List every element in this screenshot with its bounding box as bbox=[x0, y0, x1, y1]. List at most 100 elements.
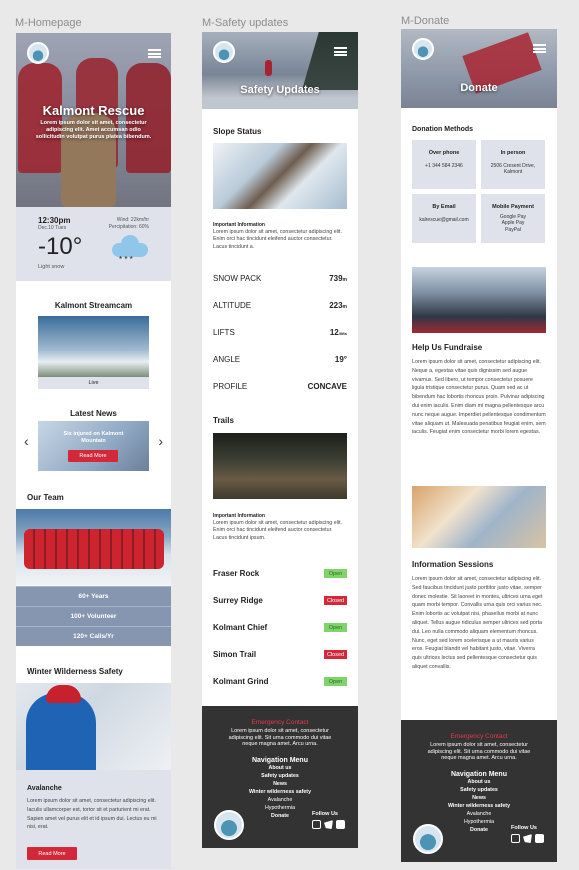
avalanche-panel: Avalanche Lorem ipsum dolor sit amet, co… bbox=[16, 770, 171, 869]
news-read-more-button[interactable]: Read More bbox=[68, 450, 118, 462]
carousel-prev-icon[interactable]: ‹ bbox=[24, 433, 29, 449]
stat-label: LIFTS bbox=[213, 328, 235, 337]
facebook-icon[interactable] bbox=[535, 834, 544, 843]
sessions-text: Lorem ipsum dolor sit amet, consectetur … bbox=[412, 576, 543, 670]
twitter-icon[interactable] bbox=[324, 820, 333, 829]
stat-label: PROFILE bbox=[213, 382, 248, 391]
trail-fraser-rock[interactable]: Fraser Rock Open bbox=[213, 569, 347, 578]
method-in-person: In person 2506 Cresent Drive, Kalmont bbox=[481, 140, 545, 189]
stat-value: 739 bbox=[329, 274, 343, 283]
trail-status-badge: Closed bbox=[324, 650, 347, 659]
nav-wws[interactable]: Winter wilderness safety bbox=[401, 802, 557, 810]
stat-lifts: LIFTS 12/lifts bbox=[213, 328, 347, 337]
trail-name: Kolmant Chief bbox=[213, 623, 268, 632]
trail-status-badge: Open bbox=[324, 623, 347, 632]
trails-important-label: Important Information bbox=[213, 513, 265, 519]
logo-icon[interactable] bbox=[213, 41, 235, 63]
live-label: Live bbox=[38, 377, 149, 389]
stat-label: SNOW PACK bbox=[213, 274, 262, 283]
nav-about[interactable]: About us bbox=[401, 778, 557, 786]
trail-status-badge: Closed bbox=[324, 596, 347, 605]
trail-name: Kolmant Grind bbox=[213, 677, 269, 686]
slope-title: Slope Status bbox=[213, 127, 262, 136]
frame-label-donate: M-Donate bbox=[401, 15, 450, 27]
nav-wws[interactable]: Winter wilderness safety bbox=[202, 788, 358, 796]
streamcam-title: Kalmont Streamcam bbox=[54, 301, 133, 310]
trail-status-badge: Open bbox=[324, 569, 347, 578]
stat-value: 223 bbox=[329, 301, 343, 310]
stat-value: CONCAVE bbox=[307, 382, 347, 391]
nav-news[interactable]: News bbox=[401, 794, 557, 802]
social-icons bbox=[511, 834, 544, 843]
weather-time: 12:30pm bbox=[38, 216, 71, 225]
team-stat-volunteers: 100+ Volunteer bbox=[16, 606, 171, 626]
safety-hero-title: Safety Updates bbox=[240, 84, 320, 96]
hamburger-menu-icon[interactable] bbox=[334, 47, 347, 56]
homepage-frame: Kalmont Rescue Lorem ipsum dolor sit ame… bbox=[16, 33, 171, 869]
slope-important-label: Important Information bbox=[213, 222, 265, 228]
news-title: Latest News bbox=[70, 409, 117, 418]
nav-about[interactable]: About us bbox=[202, 764, 358, 772]
logo-icon[interactable] bbox=[27, 42, 49, 64]
trails-title: Trails bbox=[213, 416, 234, 425]
footer: Emergency Contact Lorem ipsum dolor sit … bbox=[401, 720, 557, 862]
streamcam-video[interactable] bbox=[38, 316, 149, 377]
stat-label: ANGLE bbox=[213, 355, 241, 364]
avalanche-title: Avalanche bbox=[27, 785, 62, 792]
emergency-text: Lorem ipsum dolor sit amet, consectetur … bbox=[228, 728, 332, 747]
slope-important-text: Lorem ipsum dolor sit amet, consectetur … bbox=[213, 229, 342, 250]
follow-label: Follow Us bbox=[511, 825, 537, 831]
weather-wind: Wind: 22km/hr bbox=[116, 217, 149, 223]
wws-photo bbox=[16, 683, 171, 770]
follow-label: Follow Us bbox=[312, 811, 338, 817]
trail-name: Surrey Ridge bbox=[213, 596, 263, 605]
footer: Emergency Contact Lorem ipsum dolor sit … bbox=[202, 706, 358, 848]
trail-kolmant-grind[interactable]: Kolmant Grind Open bbox=[213, 677, 347, 686]
carousel-next-icon[interactable]: › bbox=[158, 433, 163, 449]
hero-text: Lorem ipsum dolor sit amet, consectetur … bbox=[35, 120, 152, 140]
instagram-icon[interactable] bbox=[511, 834, 520, 843]
methods-title: Donation Methods bbox=[412, 126, 474, 133]
team-stat-calls: 120+ Calls/Yr bbox=[16, 626, 171, 646]
sessions-title: Information Sessions bbox=[412, 560, 494, 569]
method-mobile: Mobile Payment Google Pay Apple Pay PayP… bbox=[481, 194, 545, 243]
trail-surrey-ridge[interactable]: Surrey Ridge Closed bbox=[213, 596, 347, 605]
news-caption: Six injured on Kalmont Mountain bbox=[63, 431, 124, 444]
emergency-text: Lorem ipsum dolor sit amet, consectetur … bbox=[427, 742, 531, 761]
instagram-icon[interactable] bbox=[312, 820, 321, 829]
trail-simon-trail[interactable]: Simon Trail Closed bbox=[213, 650, 347, 659]
hamburger-menu-icon[interactable] bbox=[148, 49, 161, 58]
method-text: +1 344 584 2346 bbox=[425, 163, 463, 169]
sessions-photo bbox=[412, 486, 546, 548]
hero-title: Kalmont Rescue bbox=[42, 103, 145, 118]
snow-cloud-icon: * * * bbox=[112, 235, 148, 264]
frame-label-safety: M-Safety updates bbox=[202, 17, 289, 29]
stat-snow-pack: SNOW PACK 739m bbox=[213, 274, 347, 283]
hamburger-menu-icon[interactable] bbox=[533, 44, 546, 53]
facebook-icon[interactable] bbox=[336, 820, 345, 829]
nav-safety[interactable]: Safety updates bbox=[202, 772, 358, 780]
footer-logo-icon[interactable] bbox=[413, 824, 443, 854]
method-head: Mobile Payment bbox=[492, 204, 534, 210]
method-phone: Over phone +1 344 584 2346 bbox=[412, 140, 476, 189]
news-card[interactable]: Six injured on Kalmont Mountain Read Mor… bbox=[38, 421, 149, 471]
weather-precip: Percipitation: 60% bbox=[108, 224, 149, 230]
footer-logo-icon[interactable] bbox=[214, 810, 244, 840]
nav-avalanche[interactable]: Avalanche bbox=[401, 810, 557, 818]
method-head: Over phone bbox=[428, 150, 460, 156]
stat-altitude: ALTITUDE 223m bbox=[213, 301, 347, 310]
weather-panel: 12:30pm Dec.10 Tues Wind: 22km/hr Percip… bbox=[16, 207, 171, 281]
avalanche-read-more-button[interactable]: Read More bbox=[27, 847, 77, 860]
weather-date: Dec.10 Tues bbox=[38, 225, 67, 231]
method-email: By Email kalrescue@gmail.com bbox=[412, 194, 476, 243]
logo-icon[interactable] bbox=[412, 38, 434, 60]
nav-avalanche[interactable]: Avalanche bbox=[202, 796, 358, 804]
nav-title: Navigation Menu bbox=[450, 770, 507, 778]
weather-temp: -10° bbox=[38, 233, 83, 260]
nav-news[interactable]: News bbox=[202, 780, 358, 788]
stat-unit: m bbox=[342, 277, 347, 283]
trail-kolmant-chief[interactable]: Kolmant Chief Open bbox=[213, 623, 347, 632]
fundraise-text: Lorem ipsum dolor sit amet, consectetur … bbox=[412, 359, 546, 436]
twitter-icon[interactable] bbox=[523, 834, 532, 843]
nav-safety[interactable]: Safety updates bbox=[401, 786, 557, 794]
